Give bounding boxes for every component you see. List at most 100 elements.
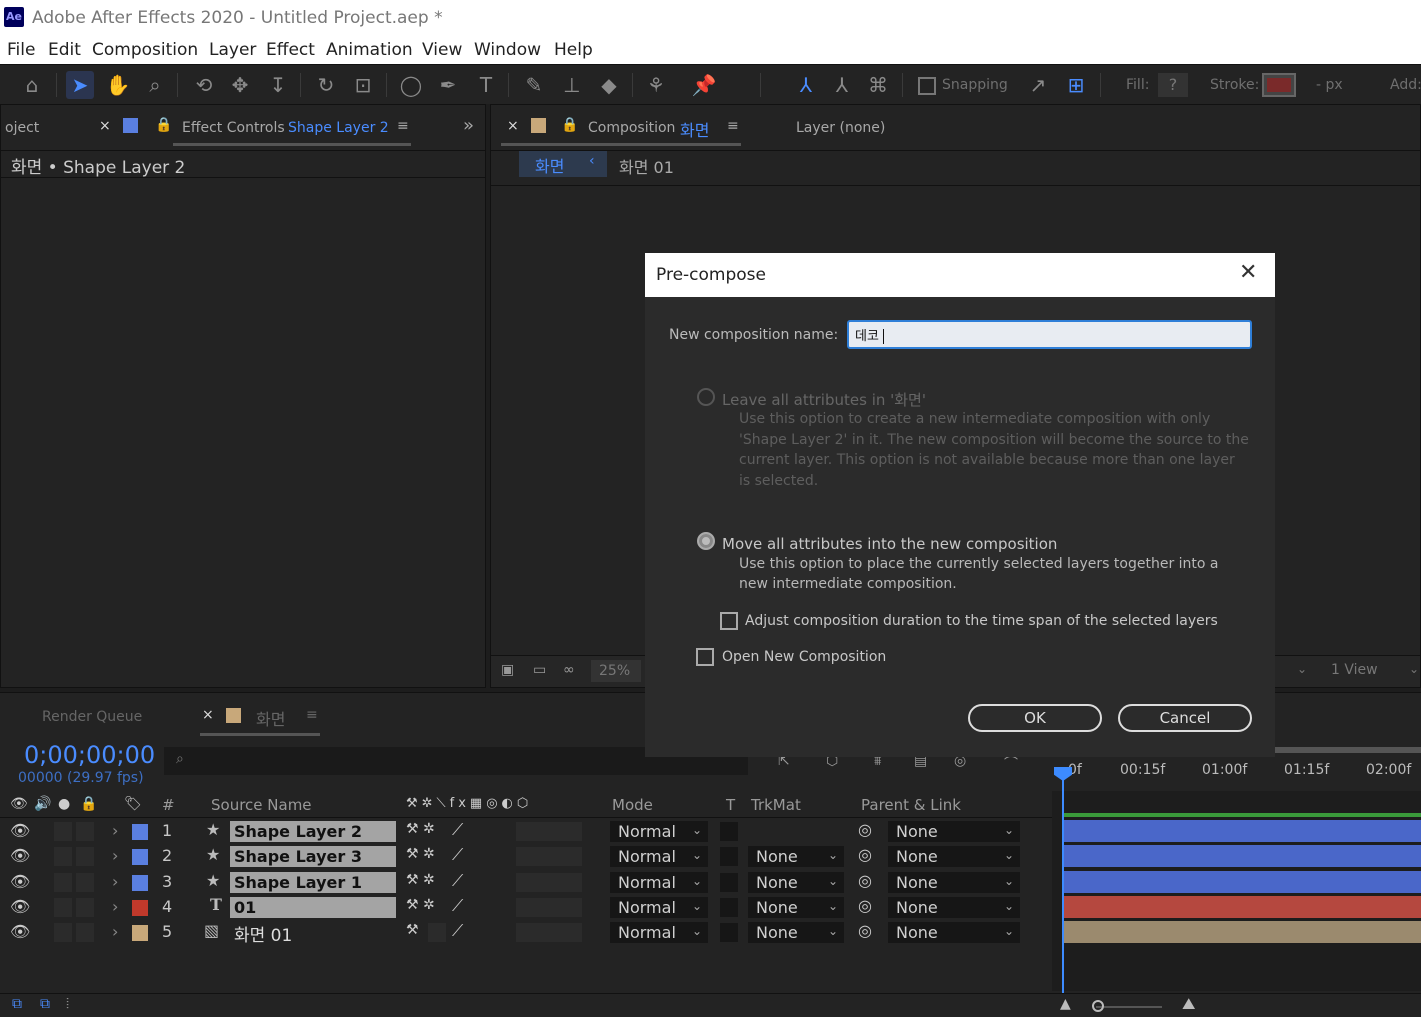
chevron-right-icon[interactable]: › [112,922,118,941]
zoom-in-mountain-icon[interactable]: ⛰ [1182,994,1195,1014]
trkmat-dropdown[interactable]: None ⌄ [748,872,844,893]
stroke-width[interactable]: - px [1316,77,1343,93]
chevron-down-icon[interactable]: ⌄ [1297,662,1307,676]
view-axis-icon[interactable]: ⌘ [864,71,892,99]
layer-name[interactable]: Shape Layer 1 [230,872,396,893]
roto-brush-icon[interactable]: ⚘ [642,71,670,99]
table-row[interactable]: 👁 › 1 ★ Shape Layer 2 ⚒ ✲ ⟋ Normal ⌄ ◎ No… [4,819,1050,844]
header-source-name[interactable]: Source Name [211,796,312,814]
home-icon[interactable]: ⌂ [18,71,46,99]
visibility-eye-icon[interactable]: 👁 [10,897,30,916]
view-layout-dropdown[interactable]: 1 View [1331,662,1378,678]
pan-behind-icon[interactable]: ⊡ [349,71,377,99]
collapse-switch-icon[interactable]: ⚒ [406,922,419,938]
collapse-switch-icon[interactable]: ⚒ ✲ [406,821,435,837]
collapse-switch-icon[interactable]: ⚒ ✲ [406,897,435,913]
menu-composition[interactable]: Composition [92,40,198,60]
pen-tool-icon[interactable]: ✒ [434,71,462,99]
open-new-composition-checkbox[interactable] [696,648,714,666]
menu-file[interactable]: File [7,40,35,60]
layer-label-color[interactable] [132,925,148,941]
move-attributes-radio[interactable] [697,532,715,550]
chevron-right-icon[interactable]: › [112,846,118,865]
table-row[interactable]: 👁 › 2 ★ Shape Layer 3 ⚒ ✲ ⟋ Normal ⌄ None… [4,844,1050,869]
mask-icon[interactable]: ∞ [563,662,575,678]
panel-menu-icon[interactable]: ≡ [397,118,409,134]
dialog-close-icon[interactable]: ✕ [1239,260,1257,285]
collapse-switch-icon[interactable]: ⚒ ✲ [406,846,435,862]
mode-dropdown[interactable]: Normal ⌄ [610,821,708,842]
preserve-transparency-toggle[interactable] [720,822,738,841]
mode-dropdown[interactable]: Normal ⌄ [610,922,708,943]
parent-dropdown[interactable]: None ⌄ [888,897,1020,918]
orbit-camera-icon[interactable]: ⟲ [190,71,218,99]
composition-name-input[interactable]: 데코 [847,320,1252,349]
local-axis-icon[interactable]: ⅄ [792,71,820,99]
modes-toggle-icon[interactable]: ⧉ [40,996,50,1012]
world-axis-icon[interactable]: ⅄ [828,71,856,99]
collapse-toggle[interactable] [428,923,446,942]
tab-layer[interactable]: Layer (none) [796,120,885,136]
tab-composition-name[interactable]: 화면 [680,117,709,141]
brush-tool-icon[interactable]: ✎ [520,71,548,99]
parent-pickwhip-icon[interactable]: ◎ [858,921,872,940]
in-out-toggle-icon[interactable]: ⦙ [66,996,69,1012]
parent-pickwhip-icon[interactable]: ◎ [858,896,872,915]
collapse-switch-icon[interactable]: ⚒ ✲ [406,872,435,888]
mode-dropdown[interactable]: Normal ⌄ [610,897,708,918]
visibility-eye-icon[interactable]: 👁 [10,821,30,840]
visibility-eye-icon[interactable]: 👁 [10,922,30,941]
layer-switches[interactable] [516,898,582,917]
tab-project[interactable]: oject [5,120,39,136]
menu-view[interactable]: View [422,40,462,60]
preserve-transparency-toggle[interactable] [720,898,738,917]
layer-label-color[interactable] [132,900,148,916]
audio-toggle[interactable] [54,822,72,841]
audio-toggle[interactable] [54,923,72,942]
visibility-eye-icon[interactable]: 👁 [10,846,30,865]
menu-animation[interactable]: Animation [326,40,413,60]
lock-icon[interactable]: 🔒 [561,117,578,133]
tab-timeline-comp[interactable]: 화면 [256,706,285,730]
lock-icon[interactable]: 🔒 [155,117,172,133]
close-icon[interactable]: × [202,707,214,723]
type-tool-icon[interactable]: T [472,71,500,99]
audio-toggle[interactable] [54,873,72,892]
tab-render-queue[interactable]: Render Queue [42,709,142,725]
trkmat-dropdown[interactable]: None ⌄ [748,922,844,943]
panel-menu-icon[interactable]: ≡ [727,118,739,134]
solo-toggle[interactable] [76,898,94,917]
trkmat-dropdown[interactable]: None ⌄ [748,897,844,918]
layer-duration-bar[interactable] [1064,820,1421,842]
layer-duration-bar[interactable] [1064,921,1421,943]
zoom-slider-thumb[interactable] [1092,1000,1104,1012]
preserve-transparency-toggle[interactable] [720,873,738,892]
table-row[interactable]: 👁 › 3 ★ Shape Layer 1 ⚒ ✲ ⟋ Normal ⌄ None… [4,870,1050,895]
close-icon[interactable]: × [99,118,111,134]
panel-menu-icon[interactable]: ≡ [306,707,318,723]
layer-duration-bar[interactable] [1064,896,1421,918]
layer-switches[interactable] [516,847,582,866]
add-label[interactable]: Add: [1390,77,1421,93]
comp-crumb-active[interactable]: 화면 [535,153,564,177]
snap-features-icon[interactable]: ⊞ [1062,71,1090,99]
zoom-tool-icon[interactable]: ⌕ [141,71,169,99]
panel-overflow-icon[interactable]: » [463,115,474,136]
zoom-dropdown[interactable]: 25% [591,660,641,682]
audio-toggle[interactable] [54,847,72,866]
parent-pickwhip-icon[interactable]: ◎ [858,820,872,839]
tab-effect-controls[interactable]: Effect Controls [182,120,285,136]
mode-dropdown[interactable]: Normal ⌄ [610,846,708,867]
layer-label-color[interactable] [132,875,148,891]
selection-tool-icon[interactable]: ➤ [66,71,94,99]
layer-name[interactable]: Shape Layer 2 [230,821,396,842]
preserve-transparency-toggle[interactable] [720,847,738,866]
preserve-transparency-toggle[interactable] [720,923,738,942]
menu-effect[interactable]: Effect [266,40,315,60]
comp-crumb-active-bg[interactable]: 화면 ‹ [519,151,607,177]
menu-layer[interactable]: Layer [209,40,256,60]
rotate-tool-icon[interactable]: ↻ [312,71,340,99]
layer-label-color[interactable] [132,849,148,865]
leave-attributes-radio[interactable] [697,388,715,406]
chevron-right-icon[interactable]: › [112,872,118,891]
